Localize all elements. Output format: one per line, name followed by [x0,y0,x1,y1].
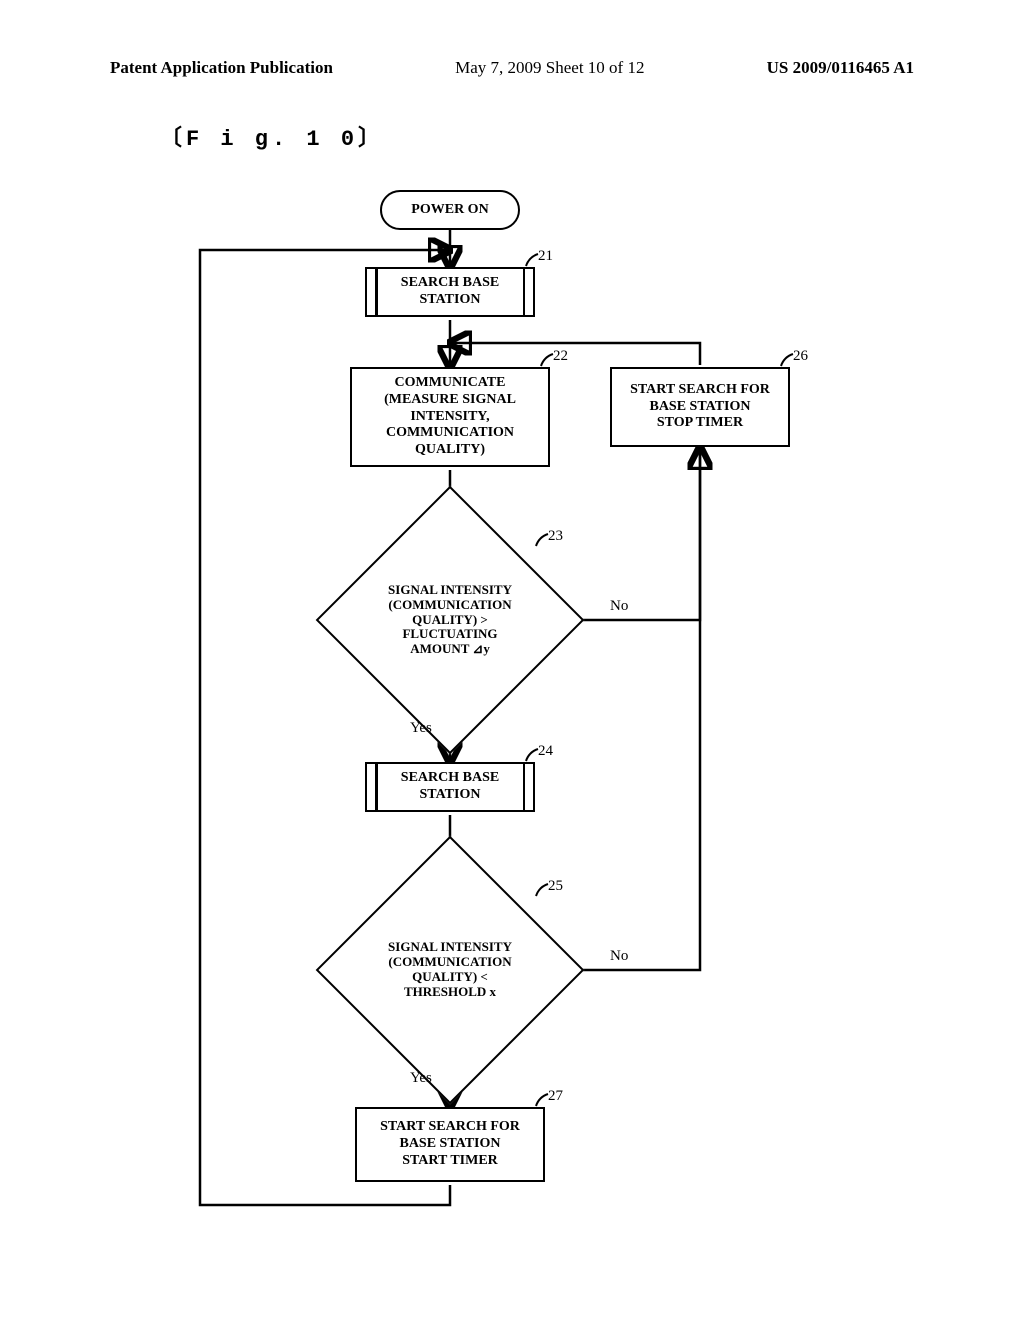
decision-23-signal-gt-delta-y: SIGNAL INTENSITY(COMMUNICATIONQUALITY) >… [355,525,545,715]
step-26-start-search-stop-timer: START SEARCH FORBASE STATIONSTOP TIMER [610,367,790,447]
label-25-no: No [610,948,628,965]
ref-26: 26 [793,348,808,365]
ref-25: 25 [548,878,563,895]
ref-22-text: 22 [553,348,568,364]
figure-label: 〔F i g. 1 0〕 [160,120,384,152]
step-21-search-base-station: SEARCH BASESTATION [365,267,535,317]
step-27-start-search-start-timer: START SEARCH FORBASE STATIONSTART TIMER [355,1107,545,1182]
ref-23-text: 23 [548,528,563,544]
label-23-no: No [610,598,628,615]
ref-27-text: 27 [548,1088,563,1104]
header-patent-number: US 2009/0116465 A1 [767,58,914,78]
ref-24: 24 [538,743,553,760]
header-publication: Patent Application Publication [110,58,333,78]
page-header: Patent Application Publication May 7, 20… [110,58,914,78]
header-date-sheet: May 7, 2009 Sheet 10 of 12 [455,58,644,78]
label-23-yes: Yes [410,720,432,737]
decision-23-text: SIGNAL INTENSITY(COMMUNICATIONQUALITY) >… [355,525,545,715]
step-24-search-base-station: SEARCH BASESTATION [365,762,535,812]
label-25-yes: Yes [410,1070,432,1087]
ref-21: 21 [538,248,553,265]
step-22-communicate: COMMUNICATE(MEASURE SIGNALINTENSITY,COMM… [350,367,550,467]
ref-26-text: 26 [793,348,808,364]
page: Patent Application Publication May 7, 20… [0,0,1024,1320]
decision-25-text: SIGNAL INTENSITY(COMMUNICATIONQUALITY) <… [355,875,545,1065]
ref-23: 23 [548,528,563,545]
ref-24-text: 24 [538,743,553,759]
flowchart: POWER ON SEARCH BASESTATION 21 COMMUNICA… [140,170,900,1210]
ref-27: 27 [548,1088,563,1105]
decision-25-signal-lt-threshold-x: SIGNAL INTENSITY(COMMUNICATIONQUALITY) <… [355,875,545,1065]
ref-21-text: 21 [538,248,553,264]
ref-22: 22 [553,348,568,365]
terminator-power-on: POWER ON [380,190,520,230]
ref-25-text: 25 [548,878,563,894]
